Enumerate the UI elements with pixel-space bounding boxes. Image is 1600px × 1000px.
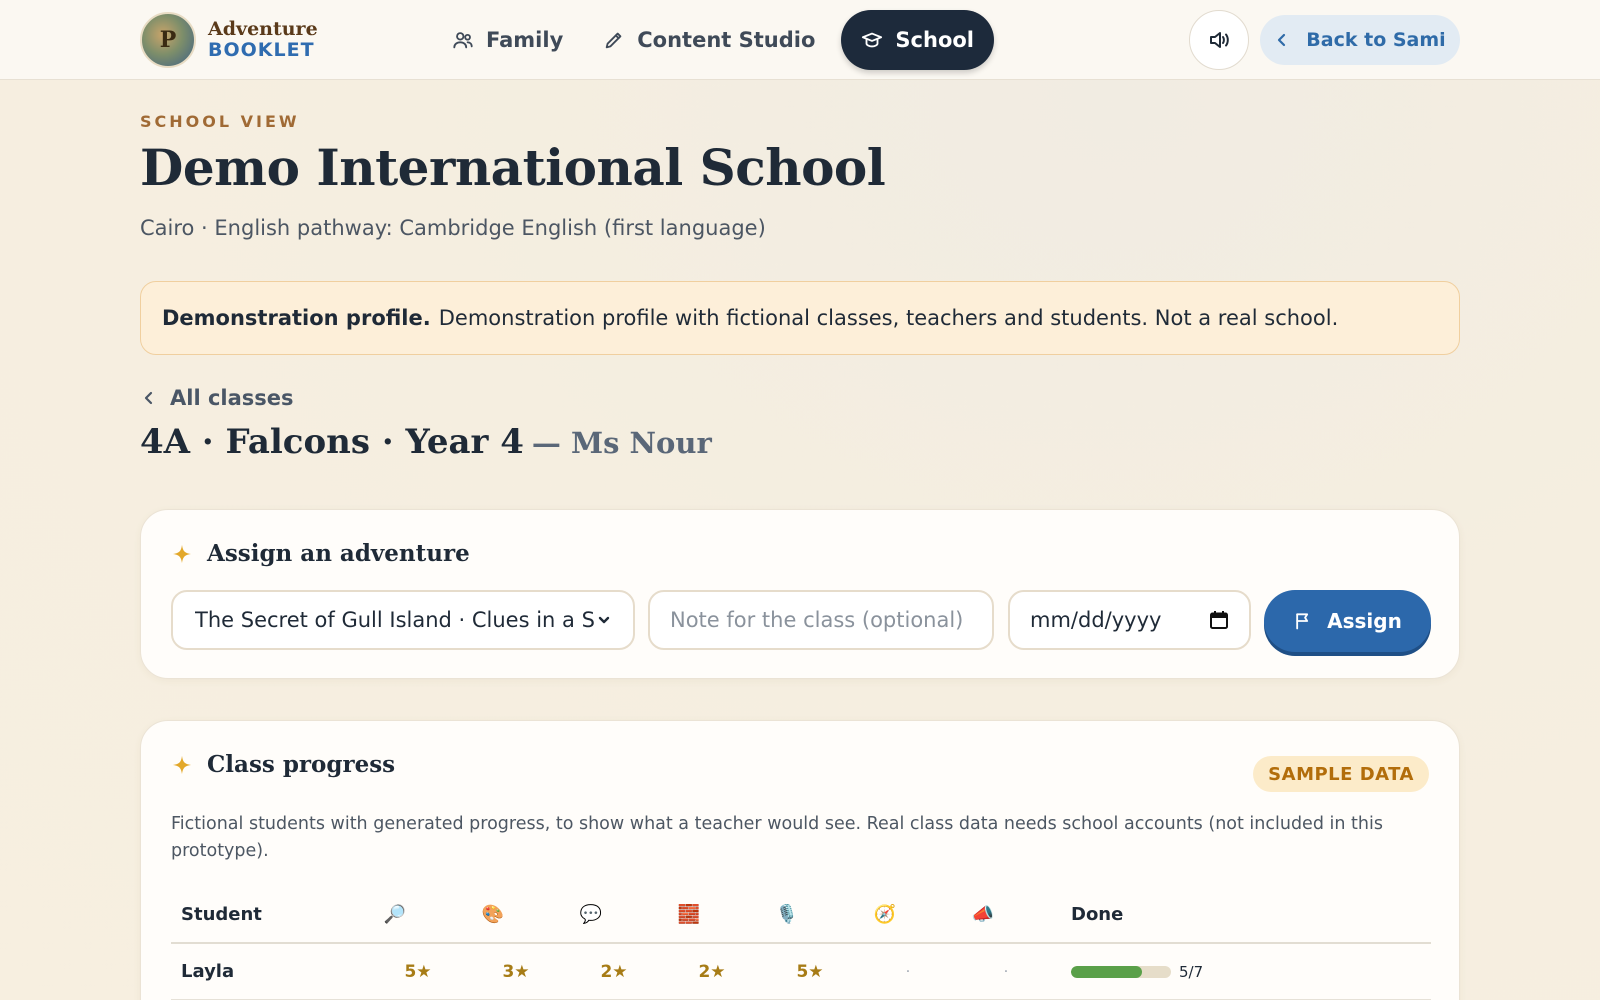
skill-megaphone-icon: 📣 (971, 903, 995, 925)
column-done[interactable]: Done (1071, 886, 1123, 942)
back-to-sami-label: Back to Sami (1306, 29, 1446, 51)
done-progress-fill (1071, 965, 1143, 978)
class-note-placeholder: Note for the class (optional) (670, 608, 964, 632)
logo-text: Adventure BOOKLET (208, 20, 318, 60)
skill-magnifier-icon: 🔎 (383, 903, 407, 925)
score-cell: 2★ (698, 961, 726, 982)
sample-data-badge: SAMPLE DATA (1253, 756, 1429, 792)
progress-description: Fictional students with generated progre… (171, 814, 1383, 861)
skill-bricks-icon: 🧱 (677, 903, 701, 925)
sound-button[interactable] (1189, 10, 1249, 70)
skill-microphone-icon: 🎙️ (775, 903, 799, 925)
users-icon (453, 32, 473, 49)
progress-table-header: Student 🔎 🎨 💬 🧱 🎙️ 🧭 📣 Done (171, 886, 1431, 944)
chevron-left-icon (144, 391, 153, 405)
back-to-sami-button[interactable]: Back to Sami (1260, 15, 1460, 65)
adventure-select[interactable]: The Secret of Gull Island · Clues in a S (171, 590, 635, 650)
nav-school[interactable]: School (841, 10, 994, 70)
column-student[interactable]: Student (181, 886, 262, 942)
score-cell: 2★ (600, 961, 628, 982)
logo-line1: Adventure (208, 18, 318, 40)
assign-button[interactable]: Assign (1264, 590, 1431, 652)
all-classes-label: All classes (170, 386, 294, 410)
progress-card-header: Class progress (171, 751, 395, 778)
nav-family[interactable]: Family (432, 10, 583, 70)
sparkle-icon (172, 544, 192, 563)
score-cell: · (1003, 963, 1009, 980)
skill-palette-icon: 🎨 (481, 903, 505, 925)
student-name: Layla (181, 961, 235, 982)
speaker-icon (1210, 32, 1229, 48)
page-subtitle: Cairo · English pathway: Cambridge Engli… (140, 216, 766, 240)
assign-card: Assign an adventure The Secret of Gull I… (140, 509, 1460, 679)
calendar-icon[interactable] (1209, 610, 1229, 630)
chevron-left-icon (1278, 33, 1286, 47)
notice-bold: Demonstration profile. (162, 306, 431, 330)
due-date-input[interactable]: mm/dd/yyyy (1008, 590, 1251, 650)
logo-line2: BOOKLET (208, 39, 315, 61)
chevron-down-icon (598, 616, 610, 624)
page-eyebrow: SCHOOL VIEW (140, 112, 300, 131)
adventure-select-value: The Secret of Gull Island · Clues in a S (195, 608, 595, 632)
skill-speech-bubble-icon: 💬 (579, 903, 603, 925)
score-cell: 5★ (404, 961, 432, 982)
assign-card-title: Assign an adventure (207, 540, 470, 567)
top-bar: P Adventure BOOKLET Family Content Studi… (0, 0, 1600, 80)
assign-button-label: Assign (1327, 609, 1402, 633)
page-title: Demo International School (140, 138, 886, 197)
nav-family-label: Family (486, 28, 564, 52)
graduation-cap-icon (862, 32, 883, 48)
done-cell: 5/7 (1071, 944, 1203, 999)
class-note-input[interactable]: Note for the class (optional) (648, 590, 994, 650)
nav-content-studio-label: Content Studio (637, 28, 816, 52)
demo-notice: Demonstration profile. Demonstration pro… (140, 281, 1460, 355)
class-title: 4A · Falcons · Year 4— Ms Nour (140, 422, 712, 462)
class-name: 4A · Falcons · Year 4 (140, 422, 524, 462)
skill-compass-icon: 🧭 (873, 903, 897, 925)
flag-icon (1296, 613, 1309, 630)
assign-card-header: Assign an adventure (171, 540, 470, 567)
nav-school-label: School (895, 28, 974, 52)
class-teacher: — Ms Nour (531, 426, 712, 460)
nav-content-studio[interactable]: Content Studio (583, 10, 835, 70)
all-classes-link[interactable]: All classes (142, 386, 294, 410)
done-count: 5/7 (1179, 962, 1204, 981)
score-cell: 3★ (502, 961, 530, 982)
main-nav: Family Content Studio School (432, 10, 994, 70)
logo[interactable]: P Adventure BOOKLET (140, 12, 318, 68)
pencil-icon (606, 32, 622, 49)
class-progress-card: Class progress SAMPLE DATA Fictional stu… (140, 720, 1460, 1000)
notice-text: Demonstration profile with fictional cla… (438, 306, 1339, 330)
progress-table: Student 🔎 🎨 💬 🧱 🎙️ 🧭 📣 Done Layla 5★ 3★ … (171, 886, 1431, 1000)
score-cell: 5★ (796, 961, 824, 982)
sparkle-icon (172, 755, 192, 774)
table-row[interactable]: Layla 5★ 3★ 2★ 2★ 5★ · · 5/7 (171, 944, 1431, 1000)
score-cell: · (905, 963, 911, 980)
done-progress-bar (1071, 965, 1171, 978)
due-date-placeholder: mm/dd/yyyy (1030, 608, 1162, 632)
progress-card-title: Class progress (207, 751, 396, 778)
logo-badge: P (140, 12, 196, 68)
